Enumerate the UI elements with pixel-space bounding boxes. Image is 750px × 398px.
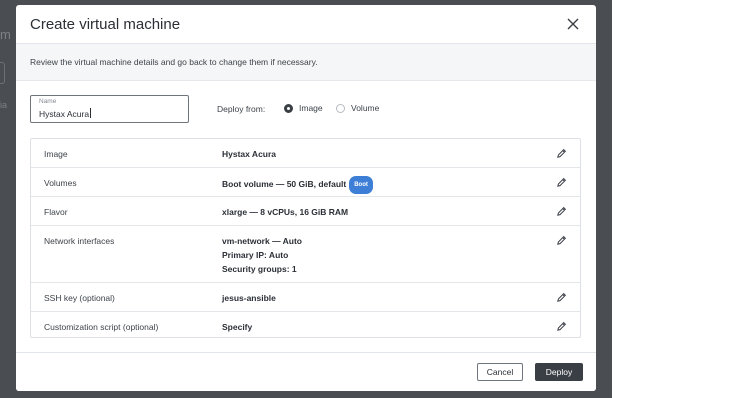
details-value: Specify: [222, 322, 253, 332]
details-value: Primary IP: Auto: [222, 250, 289, 260]
name-deploy-row: Name Hystax Acura Deploy from: Image Vol…: [30, 95, 582, 125]
edit-pencil-icon[interactable]: [556, 321, 567, 332]
deploy-from-image-radio[interactable]: Image: [284, 103, 323, 113]
details-value: jesus-ansible: [222, 293, 276, 303]
close-icon: [567, 18, 579, 30]
details-value: vm-network — Auto: [222, 236, 302, 246]
details-row-ssh-key: SSH key (optional) jesus-ansible: [31, 283, 580, 312]
radio-label: Volume: [351, 103, 380, 113]
text-caret: [90, 108, 92, 118]
vm-details-table: Image Hystax Acura Volumes Boot volume —…: [30, 138, 581, 338]
close-button[interactable]: [564, 15, 582, 33]
background-fragment: ia: [0, 100, 8, 110]
details-row-network: Network interfaces vm-network — Auto Pri…: [31, 226, 580, 283]
dialog-header: Create virtual machine: [16, 5, 596, 44]
details-value: Boot volume — 50 GiB, default: [222, 179, 347, 189]
details-value: Hystax Acura: [222, 149, 277, 159]
radio-unselected-icon: [336, 103, 345, 113]
create-vm-dialog: Create virtual machine Review the virtua…: [16, 5, 596, 391]
boot-badge: Boot: [349, 176, 373, 194]
dialog-title: Create virtual machine: [30, 15, 181, 33]
details-label: Customization script (optional): [44, 322, 159, 332]
background-fragment: m: [0, 27, 11, 42]
details-row-flavor: Flavor xlarge — 8 vCPUs, 16 GiB RAM: [31, 197, 580, 226]
deploy-from-label: Deploy from:: [217, 104, 266, 114]
edit-pencil-icon[interactable]: [556, 148, 567, 159]
details-row-customization-script: Customization script (optional) Specify: [31, 312, 580, 339]
deploy-button[interactable]: Deploy: [535, 363, 583, 381]
edit-pencil-icon[interactable]: [556, 292, 567, 303]
radio-selected-icon: [284, 103, 293, 113]
details-label: Volumes: [44, 178, 77, 188]
details-row-volumes: Volumes Boot volume — 50 GiB, default Boo…: [31, 168, 580, 197]
edit-pencil-icon[interactable]: [556, 177, 567, 188]
details-value: Security groups: 1: [222, 264, 297, 274]
name-field[interactable]: Name Hystax Acura: [30, 95, 189, 123]
details-row-image: Image Hystax Acura: [31, 139, 580, 168]
edit-pencil-icon[interactable]: [556, 235, 567, 246]
details-value: xlarge — 8 vCPUs, 16 GiB RAM: [222, 207, 349, 217]
details-label: Network interfaces: [44, 236, 115, 246]
details-label: SSH key (optional): [44, 293, 115, 303]
edit-pencil-icon[interactable]: [556, 206, 567, 217]
deploy-from-volume-radio[interactable]: Volume: [336, 103, 379, 113]
name-field-label: Name: [39, 98, 57, 105]
name-field-value: Hystax Acura: [39, 109, 90, 119]
radio-label: Image: [299, 103, 323, 113]
background-control: [0, 62, 5, 84]
dialog-footer: Cancel Deploy: [16, 352, 596, 391]
cancel-button[interactable]: Cancel: [477, 363, 523, 381]
details-label: Image: [44, 149, 68, 159]
details-label: Flavor: [44, 207, 68, 217]
dialog-subtitle: Review the virtual machine details and g…: [16, 44, 596, 81]
